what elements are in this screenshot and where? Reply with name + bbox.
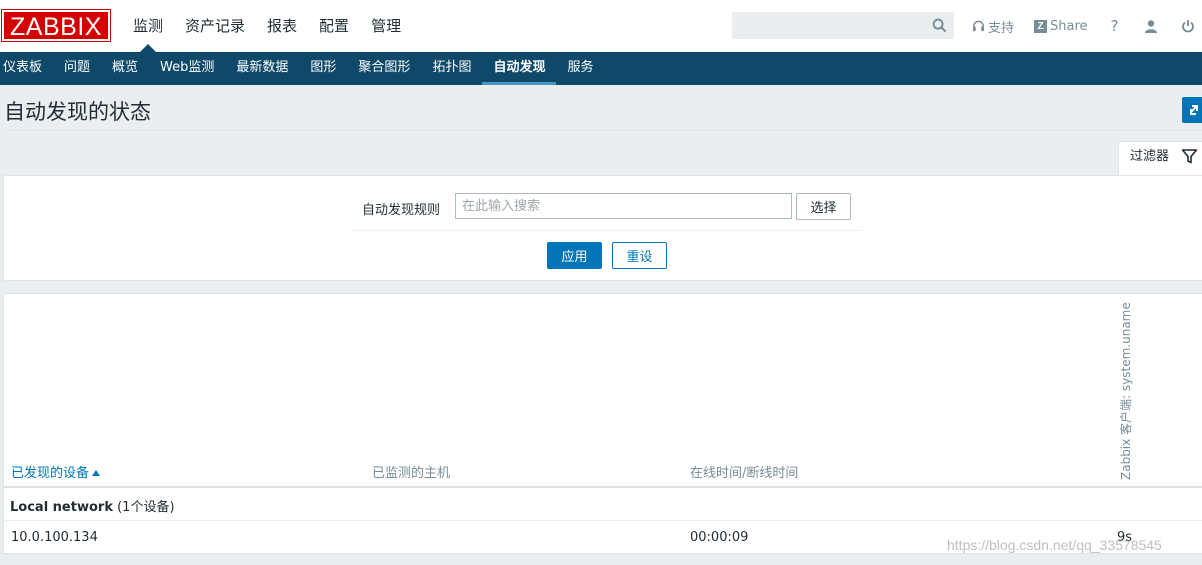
submenu-overview[interactable]: 概览 — [101, 52, 149, 85]
main-menu-administration[interactable]: 管理 — [360, 0, 412, 52]
column-header-uptime: 在线时间/断线时间 — [690, 466, 799, 481]
submenu-services[interactable]: 服务 — [556, 52, 604, 85]
filter-tab[interactable]: 过滤器 — [1118, 141, 1202, 176]
column-header-discovered-device-label: 已发现的设备 — [11, 466, 90, 481]
watermark-text: https://blog.csdn.net/qq_33578545 — [947, 537, 1162, 553]
user-icon — [1144, 20, 1157, 33]
filter-tab-label: 过滤器 — [1130, 149, 1170, 164]
submenu-screens[interactable]: 聚合图形 — [347, 52, 421, 85]
page-title: 自动发现的状态 — [4, 100, 151, 124]
sub-menu: 仪表板 问题 概览 Web监测 最新数据 图形 聚合图形 拓扑图 自动发现 服务 — [0, 52, 1202, 85]
column-header-discovered-device[interactable]: 已发现的设备 — [11, 462, 101, 481]
main-menu-inventory[interactable]: 资产记录 — [174, 0, 256, 52]
column-header-zabbix-agent-check-label: Zabbix 客户端: system.uname — [1119, 302, 1133, 480]
table-row-uptime: 00:00:09 — [690, 530, 749, 545]
table-row-device: 10.0.100.134 — [11, 530, 98, 545]
main-menu-monitoring[interactable]: 监测 — [122, 0, 174, 52]
sort-asc-icon — [92, 470, 101, 476]
column-header-monitored-host: 已监测的主机 — [372, 466, 451, 481]
discovery-rule-input[interactable] — [455, 193, 792, 219]
fullscreen-button[interactable] — [1182, 97, 1202, 123]
share-label: Share — [1050, 18, 1088, 34]
table-header-divider — [4, 486, 1202, 488]
discovery-table: 已发现的设备 已监测的主机 在线时间/断线时间 Zabbix 客户端: syst… — [3, 293, 1202, 554]
zabbix-logo[interactable]: ZABBIX — [1, 9, 111, 42]
submenu-graphs[interactable]: 图形 — [299, 52, 347, 85]
submenu-dashboard[interactable]: 仪表板 — [0, 52, 53, 85]
help-icon: ? — [1110, 17, 1119, 35]
apply-button[interactable]: 应用 — [547, 242, 602, 269]
main-menu-reports[interactable]: 报表 — [256, 0, 308, 52]
reset-button[interactable]: 重设 — [612, 242, 667, 269]
submenu-maps[interactable]: 拓扑图 — [421, 52, 482, 85]
top-header: ZABBIX 监测 资产记录 报表 配置 管理 支持 Z Share ? — [0, 0, 1202, 52]
submenu-discovery[interactable]: 自动发现 — [482, 52, 557, 85]
user-profile-button[interactable] — [1132, 0, 1173, 52]
filter-divider — [352, 230, 862, 231]
header-tools: 支持 Z Share ? — [962, 0, 1202, 52]
discovery-rule-label: 自动发现规则 — [362, 203, 441, 218]
main-menu-configuration[interactable]: 配置 — [308, 0, 360, 52]
share-link[interactable]: Z Share — [1024, 0, 1098, 52]
expand-icon — [1190, 105, 1198, 115]
main-menu: 监测 资产记录 报表 配置 管理 — [122, 0, 412, 52]
help-button[interactable]: ? — [1098, 0, 1132, 52]
filter-panel: 自动发现规则 选择 应用 重设 — [3, 175, 1202, 281]
headset-icon — [972, 20, 985, 31]
group-name: Local network — [10, 500, 113, 515]
submenu-problems[interactable]: 问题 — [53, 52, 101, 85]
column-header-zabbix-agent-check: Zabbix 客户端: system.uname — [1117, 300, 1135, 480]
funnel-icon — [1181, 149, 1198, 164]
global-search-input[interactable] — [733, 13, 929, 38]
row-divider — [4, 520, 1202, 521]
share-z-icon: Z — [1034, 19, 1048, 33]
select-button[interactable]: 选择 — [796, 193, 851, 220]
power-icon — [1181, 20, 1194, 33]
title-divider — [4, 130, 1202, 131]
submenu-web[interactable]: Web监测 — [149, 52, 225, 85]
global-search — [732, 12, 954, 39]
group-row: Local network (1个设备) — [10, 496, 175, 515]
group-count: (1个设备) — [117, 500, 175, 515]
submenu-latest-data[interactable]: 最新数据 — [225, 52, 299, 85]
search-icon[interactable] — [932, 18, 947, 33]
support-link[interactable]: 支持 — [962, 0, 1024, 52]
support-label: 支持 — [988, 20, 1015, 36]
logout-button[interactable] — [1173, 0, 1202, 52]
